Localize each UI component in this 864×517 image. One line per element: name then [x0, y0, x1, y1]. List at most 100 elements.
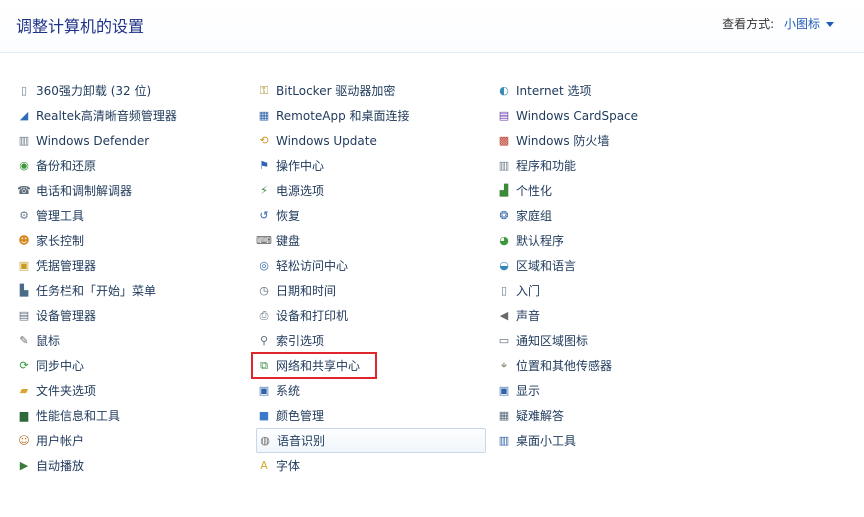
control-panel-item[interactable]: ▣ 系统: [256, 378, 486, 403]
control-panel-item[interactable]: ◍ 语音识别: [256, 428, 486, 453]
indexing-icon: ⚲: [259, 333, 269, 347]
control-panel-item-label: 键盘: [276, 234, 301, 248]
control-panel-item-label: 操作中心: [276, 159, 325, 173]
control-panel-item[interactable]: ☺ 用户帐户: [16, 428, 246, 453]
control-panel-item[interactable]: ▥ Windows Defender: [16, 128, 246, 153]
control-panel-item[interactable]: ▭ 通知区域图标: [496, 328, 726, 353]
control-panel-item[interactable]: ◕ 默认程序: [496, 228, 726, 253]
column-3: ◐ Internet 选项 ▤ Windows CardSpace ▩ Windows 防…: [496, 78, 726, 453]
control-panel-item-label: Windows CardSpace: [516, 108, 639, 123]
control-panel-item[interactable]: ⚡ 电源选项: [256, 178, 486, 203]
header-bar: 调整计算机的设置 查看方式: 小图标: [0, 0, 864, 53]
control-panel-item[interactable]: ⚑ 操作中心: [256, 153, 486, 178]
control-panel-item[interactable]: ▰ 文件夹选项: [16, 378, 246, 403]
network-sharing-icon: ⧉: [260, 358, 268, 372]
control-panel-item-label: 位置和其他传感器: [516, 359, 613, 373]
control-panel-item[interactable]: ◀ 声音: [496, 303, 726, 328]
mouse-icon: ✎: [19, 333, 29, 347]
control-panel-item-label: 同步中心: [36, 359, 85, 373]
control-panel-item-label: 系统: [276, 384, 301, 398]
control-panel-item[interactable]: ⟲ Windows Update: [256, 128, 486, 153]
control-panel-item[interactable]: ▣ 凭据管理器: [16, 253, 246, 278]
control-panel-item[interactable]: ◎ 轻松访问中心: [256, 253, 486, 278]
control-panel-item[interactable]: ▥ 桌面小工具: [496, 428, 726, 453]
document-icon: ▯: [20, 83, 28, 97]
location-sensors-icon: ⌖: [500, 358, 508, 372]
control-panel-item[interactable]: ▩ Windows 防火墙: [496, 128, 726, 153]
control-panel-item-label: 性能信息和工具: [36, 409, 121, 423]
control-panel-item[interactable]: ▦ 疑难解答: [496, 403, 726, 428]
control-panel-item[interactable]: ◉ 备份和还原: [16, 153, 246, 178]
taskbar-icon: ▙: [19, 283, 29, 297]
personalization-icon: ▟: [499, 183, 509, 197]
control-panel-item-label: 文件夹选项: [36, 384, 97, 398]
control-panel-item[interactable]: ◷ 日期和时间: [256, 278, 486, 303]
ease-of-access-icon: ◎: [259, 258, 269, 272]
backup-icon: ◉: [19, 158, 29, 172]
performance-icon: ▆: [19, 408, 29, 422]
system-icon: ▣: [258, 383, 270, 397]
control-panel-item[interactable]: ▤ Windows CardSpace: [496, 103, 726, 128]
control-panel-item[interactable]: ◢ Realtek高清晰音频管理器: [16, 103, 246, 128]
control-panel-item-label: Realtek高清晰音频管理器: [36, 109, 177, 123]
control-panel-item[interactable]: ⌖ 位置和其他传感器: [496, 353, 726, 378]
control-panel-item[interactable]: ⟳ 同步中心: [16, 353, 246, 378]
control-panel-item[interactable]: ⧉ 网络和共享中心: [251, 352, 486, 379]
control-panel-item[interactable]: ⚙ 管理工具: [16, 203, 246, 228]
control-panel-item[interactable]: ⌨ 键盘: [256, 228, 486, 253]
control-panel-item[interactable]: ❂ 家庭组: [496, 203, 726, 228]
control-panel-item[interactable]: ▦ RemoteApp 和桌面连接: [256, 103, 486, 128]
microphone-icon: ◍: [260, 433, 270, 447]
control-panel-item-label: 程序和功能: [516, 159, 577, 173]
getting-started-icon: ▯: [500, 283, 508, 297]
control-panel-item-label: 默认程序: [516, 234, 565, 248]
device-manager-icon: ▤: [18, 308, 30, 322]
control-panel-item[interactable]: A 字体: [256, 453, 486, 478]
control-panel-item[interactable]: ▥ 程序和功能: [496, 153, 726, 178]
control-panel-item-label: 管理工具: [36, 209, 85, 223]
control-panel-item-label: 颜色管理: [276, 409, 325, 423]
control-panel-item[interactable]: ◐ Internet 选项: [496, 78, 726, 103]
control-panel-item[interactable]: ↺ 恢复: [256, 203, 486, 228]
keyboard-icon: ⌨: [256, 233, 272, 247]
control-panel-item[interactable]: ✎ 鼠标: [16, 328, 246, 353]
credential-manager-icon: ▣: [18, 258, 30, 272]
notification-area-icon: ▭: [498, 333, 510, 347]
date-time-icon: ◷: [259, 283, 269, 297]
remoteapp-icon: ▦: [258, 108, 270, 122]
control-panel-item[interactable]: ▤ 设备管理器: [16, 303, 246, 328]
control-panel-item-label: 索引选项: [276, 334, 325, 348]
control-panel-item[interactable]: ▆ 性能信息和工具: [16, 403, 246, 428]
troubleshooting-icon: ▦: [498, 408, 510, 422]
control-panel-item-label: 疑难解答: [516, 409, 565, 423]
control-panel-item[interactable]: ▙ 任务栏和「开始」菜单: [16, 278, 246, 303]
control-panel-item[interactable]: ☻ 家长控制: [16, 228, 246, 253]
control-panel-item[interactable]: ▯ 360强力卸载 (32 位): [16, 78, 246, 103]
control-panel-item[interactable]: ☎ 电话和调制解调器: [16, 178, 246, 203]
control-panel-item[interactable]: ◒ 区域和语言: [496, 253, 726, 278]
control-panel-item-label: 凭据管理器: [36, 259, 97, 273]
control-panel-item-label: 360强力卸载 (32 位): [36, 84, 152, 98]
defender-castle-icon: ▥: [18, 133, 30, 147]
control-panel-item-label: 语音识别: [277, 434, 326, 448]
view-by-dropdown[interactable]: 小图标: [784, 17, 834, 31]
folder-options-icon: ▰: [19, 383, 29, 397]
control-panel-item[interactable]: ▯ 入门: [496, 278, 726, 303]
control-panel-item-label: 声音: [516, 309, 541, 323]
control-panel-item-label: 设备和打印机: [276, 309, 349, 323]
control-panel-item[interactable]: ■ 颜色管理: [256, 403, 486, 428]
control-panel-item[interactable]: ▶ 自动播放: [16, 453, 246, 478]
column-1: ▯ 360强力卸载 (32 位) ◢ Realtek高清晰音频管理器 ▥ Windows …: [16, 78, 246, 478]
control-panel-item-label: 区域和语言: [516, 259, 577, 273]
control-panel-item[interactable]: ⚲ 索引选项: [256, 328, 486, 353]
control-panel-item[interactable]: ▣ 显示: [496, 378, 726, 403]
sound-icon: ◀: [499, 308, 509, 322]
recovery-icon: ↺: [259, 208, 269, 222]
autoplay-icon: ▶: [19, 458, 29, 472]
admin-tools-icon: ⚙: [19, 208, 29, 222]
control-panel-item[interactable]: ⎙ 设备和打印机: [256, 303, 486, 328]
control-panel-item[interactable]: ⚿ BitLocker 驱动器加密: [256, 78, 486, 103]
control-panel-item-label: 家庭组: [516, 209, 553, 223]
control-panel-item[interactable]: ▟ 个性化: [496, 178, 726, 203]
control-panel-item-label: 网络和共享中心: [276, 359, 361, 373]
